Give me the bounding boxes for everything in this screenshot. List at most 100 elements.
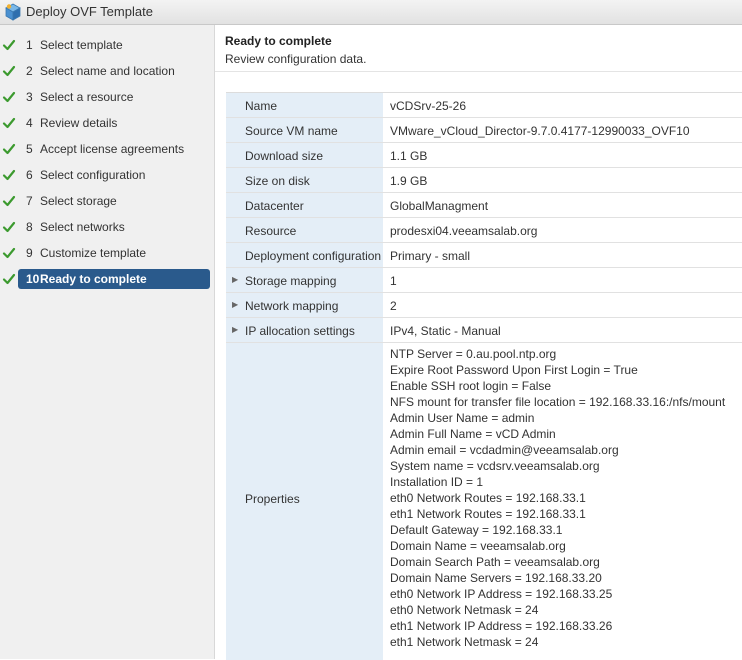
summary-key: Resource xyxy=(245,224,297,238)
property-line: Domain Search Path = veeamsalab.org xyxy=(390,555,600,569)
property-line: eth1 Network IP Address = 192.168.33.26 xyxy=(390,619,613,633)
summary-table: Name vCDSrv-25-26 Source VM name VMware_vCl… xyxy=(226,92,742,660)
page-title: Ready to complete xyxy=(225,34,332,48)
properties-values: NTP Server = 0.au.pool.ntp.org Expire Roo… xyxy=(390,346,725,650)
property-line: Installation ID = 1 xyxy=(390,475,484,489)
summary-key: Download size xyxy=(245,149,324,163)
step-number: 9 xyxy=(26,246,33,260)
property-line: Default Gateway = 192.168.33.1 xyxy=(390,523,563,537)
properties-row: Properties NTP Server = 0.au.pool.ntp.or… xyxy=(226,343,742,660)
step-label: Select storage xyxy=(40,194,117,208)
summary-value: vCDSrv-25-26 xyxy=(390,99,467,113)
summary-key: Deployment configuration xyxy=(245,249,382,263)
property-line: Domain Name Servers = 192.168.33.20 xyxy=(390,571,602,585)
summary-value: GlobalManagment xyxy=(390,199,489,213)
step-number: 6 xyxy=(26,168,33,182)
step-label: Select name and location xyxy=(40,64,175,78)
summary-value: prodesxi04.veeamsalab.org xyxy=(390,224,538,238)
property-line: eth0 Network Routes = 192.168.33.1 xyxy=(390,491,586,505)
checkmark-icon xyxy=(2,247,16,259)
step-number: 4 xyxy=(26,116,33,130)
summary-key: Storage mapping xyxy=(245,274,337,288)
summary-row: Source VM name VMware_vCloud_Director-9.7… xyxy=(226,118,742,143)
property-line: Admin User Name = admin xyxy=(390,411,535,425)
step-2[interactable]: 2 Select name and location xyxy=(0,60,215,82)
property-line: Admin Full Name = vCD Admin xyxy=(390,427,556,441)
expand-caret-icon[interactable]: ▶ xyxy=(232,275,238,284)
window-title: Deploy OVF Template xyxy=(26,4,153,19)
summary-value: 1.9 GB xyxy=(390,174,428,188)
checkmark-icon xyxy=(2,65,16,77)
step-label: Customize template xyxy=(40,246,147,260)
step-number: 1 xyxy=(26,38,33,52)
summary-row: Name vCDSrv-25-26 xyxy=(226,93,742,118)
property-line: eth1 Network Netmask = 24 xyxy=(390,635,539,649)
summary-row[interactable]: ▶ IP allocation settings IPv4, Static - Ma… xyxy=(226,318,742,343)
property-line: Enable SSH root login = False xyxy=(390,379,552,393)
header-divider xyxy=(215,71,742,72)
expand-caret-icon[interactable]: ▶ xyxy=(232,325,238,334)
summary-key: Network mapping xyxy=(245,299,339,313)
step-number: 10 xyxy=(26,272,40,286)
step-number: 5 xyxy=(26,142,33,156)
step-label: Select a resource xyxy=(40,90,134,104)
step-number: 3 xyxy=(26,90,33,104)
step-5[interactable]: 5 Accept license agreements xyxy=(0,138,215,160)
summary-value: VMware_vCloud_Director-9.7.0.4177-129900… xyxy=(390,124,690,138)
main-content: Ready to complete Review configuration d… xyxy=(215,25,742,660)
checkmark-icon xyxy=(2,91,16,103)
summary-row[interactable]: ▶ Storage mapping 1 xyxy=(226,268,742,293)
summary-key: Source VM name xyxy=(245,124,338,138)
window-titlebar: Deploy OVF Template xyxy=(0,0,742,25)
step-label: Review details xyxy=(40,116,118,130)
step-8[interactable]: 8 Select networks xyxy=(0,216,215,238)
summary-row[interactable]: ▶ Network mapping 2 xyxy=(226,293,742,318)
property-line: eth0 Network Netmask = 24 xyxy=(390,603,539,617)
summary-value: 1 xyxy=(390,274,397,288)
properties-key: Properties xyxy=(245,492,300,506)
property-line: eth1 Network Routes = 192.168.33.1 xyxy=(390,507,586,521)
summary-key: Name xyxy=(245,99,278,113)
summary-key: Size on disk xyxy=(245,174,310,188)
summary-row: Datacenter GlobalManagment xyxy=(226,193,742,218)
step-number: 2 xyxy=(26,64,33,78)
step-6[interactable]: 6 Select configuration xyxy=(0,164,215,186)
step-3[interactable]: 3 Select a resource xyxy=(0,86,215,108)
summary-value: IPv4, Static - Manual xyxy=(390,324,501,338)
expand-caret-icon[interactable]: ▶ xyxy=(232,300,238,309)
step-label: Ready to complete xyxy=(40,272,147,286)
checkmark-icon xyxy=(2,221,16,233)
summary-row: Download size 1.1 GB xyxy=(226,143,742,168)
checkmark-icon xyxy=(2,143,16,155)
property-line: NFS mount for transfer file location = 1… xyxy=(390,395,726,409)
summary-row: Resource prodesxi04.veeamsalab.org xyxy=(226,218,742,243)
checkmark-icon xyxy=(2,273,16,285)
checkmark-icon xyxy=(2,169,16,181)
step-4[interactable]: 4 Review details xyxy=(0,112,215,134)
step-9[interactable]: 9 Customize template xyxy=(0,242,215,264)
summary-row: Size on disk 1.9 GB xyxy=(226,168,742,193)
step-1[interactable]: 1 Select template xyxy=(0,34,215,56)
property-line: Domain Name = veeamsalab.org xyxy=(390,539,566,553)
checkmark-icon xyxy=(2,39,16,51)
summary-key: IP allocation settings xyxy=(245,324,355,338)
checkmark-icon xyxy=(2,195,16,207)
wizard-steps-sidebar: 1 Select template 2 Select name and locatio… xyxy=(0,25,215,659)
step-number: 8 xyxy=(26,220,33,234)
property-line: NTP Server = 0.au.pool.ntp.org xyxy=(390,347,557,361)
ovf-package-icon xyxy=(5,3,21,21)
summary-value: 2 xyxy=(390,299,397,313)
page-subtitle: Review configuration data. xyxy=(225,52,367,66)
summary-value: Primary - small xyxy=(390,249,470,263)
step-label: Accept license agreements xyxy=(40,142,185,156)
step-label: Select networks xyxy=(40,220,125,234)
property-line: Admin email = vcdadmin@veeamsalab.org xyxy=(390,443,619,457)
property-line: Expire Root Password Upon First Login = … xyxy=(390,363,638,377)
property-line: System name = vcdsrv.veeamsalab.org xyxy=(390,459,600,473)
step-10[interactable]: 10 Ready to complete xyxy=(0,268,215,290)
step-7[interactable]: 7 Select storage xyxy=(0,190,215,212)
property-line: eth0 Network IP Address = 192.168.33.25 xyxy=(390,587,613,601)
step-label: Select configuration xyxy=(40,168,146,182)
summary-key: Datacenter xyxy=(245,199,304,213)
step-label: Select template xyxy=(40,38,123,52)
